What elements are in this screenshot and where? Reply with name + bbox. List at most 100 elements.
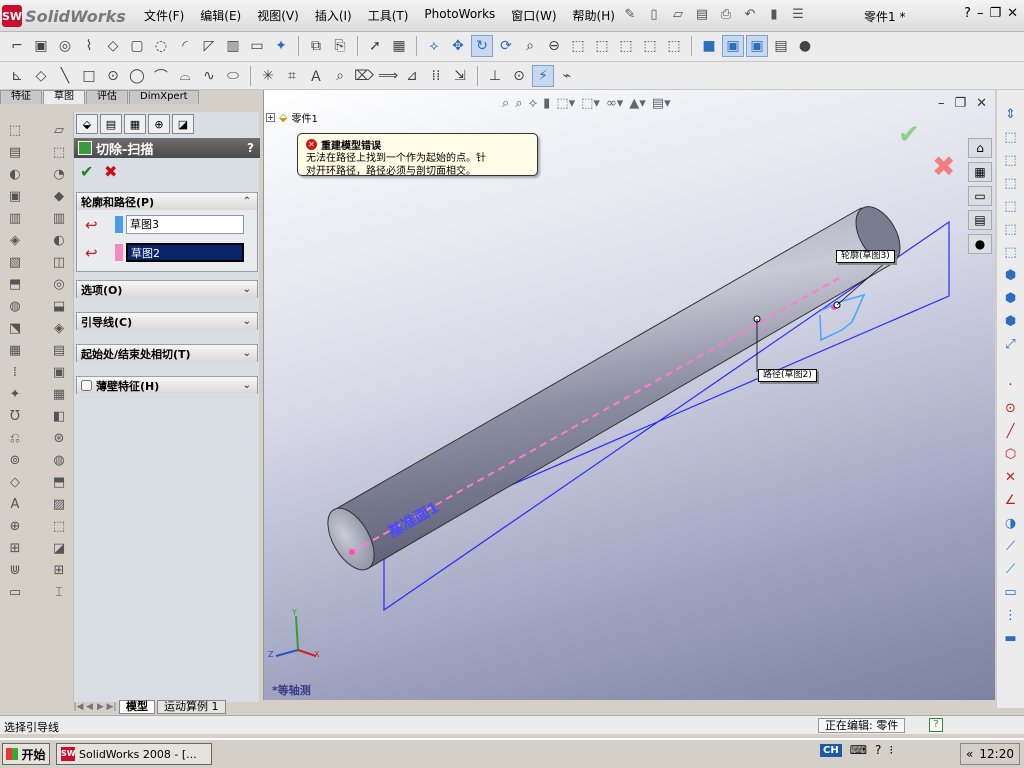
strip-icon[interactable]: ▱ bbox=[48, 120, 70, 140]
view-cube-top-icon[interactable]: ⬚ bbox=[591, 35, 613, 57]
view-iso-icon[interactable]: ⬢ bbox=[1000, 265, 1022, 286]
strip-icon[interactable]: ⬒ bbox=[48, 472, 70, 492]
menu-help[interactable]: 帮助(H) bbox=[565, 7, 623, 24]
strip-icon[interactable]: ◧ bbox=[48, 406, 70, 426]
tangent-arc-icon[interactable]: ⌓ bbox=[174, 65, 196, 87]
design-library-icon[interactable]: ▦ bbox=[968, 162, 992, 182]
rotate-view-icon[interactable]: ↻ bbox=[471, 35, 493, 57]
strip-icon[interactable]: ✦ bbox=[4, 384, 26, 404]
profile-field[interactable]: 草图3 bbox=[126, 215, 244, 234]
strip-icon[interactable]: ◎ bbox=[48, 274, 70, 294]
strip-icon[interactable]: ▣ bbox=[4, 186, 26, 206]
trim-icon[interactable]: ⌕ bbox=[329, 65, 351, 87]
view-palette-icon[interactable]: ▤ bbox=[968, 210, 992, 230]
next-tab-icon[interactable]: ▶ bbox=[95, 702, 106, 712]
pin-icon[interactable]: ✎ bbox=[620, 5, 640, 25]
extrude-boss-icon[interactable]: ▣ bbox=[30, 35, 52, 57]
group-guide-curves[interactable]: 引导线(C) ⌄ bbox=[76, 312, 258, 330]
strip-icon[interactable]: ◐ bbox=[4, 164, 26, 184]
quick-snaps-icon[interactable]: ⚡ bbox=[532, 65, 554, 87]
strip-icon[interactable]: ⬔ bbox=[4, 318, 26, 338]
view-trimetric-icon[interactable]: ⬢ bbox=[1000, 311, 1022, 332]
strip-icon[interactable]: ▤ bbox=[48, 340, 70, 360]
tab-evaluate[interactable]: 评估 bbox=[86, 90, 128, 104]
rib-icon[interactable]: ▥ bbox=[222, 35, 244, 57]
line-icon[interactable]: ╲ bbox=[54, 65, 76, 87]
menu-edit[interactable]: 编辑(E) bbox=[192, 7, 249, 24]
group-header[interactable]: 选项(O) ⌄ bbox=[77, 281, 257, 298]
strip-icon[interactable]: ◍ bbox=[48, 450, 70, 470]
strip-icon[interactable]: ◇ bbox=[4, 472, 26, 492]
angle-icon[interactable]: ∠ bbox=[1000, 490, 1022, 511]
section-view-icon[interactable]: ⬚ bbox=[663, 35, 685, 57]
home-icon[interactable]: ⌂ bbox=[968, 138, 992, 158]
feature-manager-icon[interactable]: ⬙ bbox=[76, 114, 98, 134]
file-explorer-icon[interactable]: ▭ bbox=[968, 186, 992, 206]
strip-icon[interactable]: ⎌ bbox=[4, 428, 26, 448]
pm-help-icon[interactable]: ? bbox=[247, 141, 254, 155]
start-button[interactable]: 开始 bbox=[2, 743, 50, 765]
strip-icon[interactable]: ◔ bbox=[48, 164, 70, 184]
realview-icon[interactable]: ▤ bbox=[770, 35, 792, 57]
strip-icon[interactable]: ⬚ bbox=[48, 516, 70, 536]
zoom-fit-icon[interactable]: ⌕ bbox=[519, 35, 541, 57]
shell-icon[interactable]: ▭ bbox=[246, 35, 268, 57]
strip-icon[interactable]: ▥ bbox=[48, 208, 70, 228]
appearances-icon[interactable]: ● bbox=[968, 234, 992, 254]
strip-icon[interactable]: ⁞ bbox=[4, 362, 26, 382]
strip-icon[interactable]: ⬚ bbox=[48, 142, 70, 162]
centerline-icon[interactable]: ⌗ bbox=[281, 65, 303, 87]
tab-model[interactable]: 模型 bbox=[119, 700, 155, 714]
confirm-ok-icon[interactable]: ✔ bbox=[898, 120, 920, 150]
strip-icon[interactable]: ▥ bbox=[4, 208, 26, 228]
property-manager-icon[interactable]: ▤ bbox=[100, 114, 122, 134]
strip-icon[interactable]: ⋓ bbox=[4, 560, 26, 580]
hidden-lines-icon[interactable]: ▣ bbox=[746, 35, 768, 57]
options-icon[interactable]: ☰ bbox=[788, 5, 808, 25]
view-dimetric-icon[interactable]: ⬢ bbox=[1000, 288, 1022, 309]
circle-tool-icon[interactable]: ⊙ bbox=[1000, 398, 1022, 419]
strip-icon[interactable]: ⊞ bbox=[48, 560, 70, 580]
menu-photoworks[interactable]: PhotoWorks bbox=[416, 7, 503, 24]
strip-icon[interactable]: ◈ bbox=[48, 318, 70, 338]
undo-icon[interactable]: ↶ bbox=[740, 5, 760, 25]
cut-extrude-icon[interactable]: ▢ bbox=[126, 35, 148, 57]
appearance-icon[interactable]: ● bbox=[794, 35, 816, 57]
dimxpert-manager-icon[interactable]: ⊕ bbox=[148, 114, 170, 134]
group-header[interactable]: 轮廓和路径(P) ⌃ bbox=[77, 193, 257, 210]
view-right-icon[interactable]: ⬚ bbox=[1000, 196, 1022, 217]
copy-icon[interactable]: ⧉ bbox=[305, 35, 327, 57]
strip-icon[interactable]: ⬚ bbox=[4, 120, 26, 140]
group-start-end-tangency[interactable]: 起始处/结束处相切(T) ⌄ bbox=[76, 344, 258, 362]
path-field[interactable]: 草图2 bbox=[126, 243, 244, 262]
circle2-icon[interactable]: ◯ bbox=[126, 65, 148, 87]
rapid-sketch-icon[interactable]: ⌁ bbox=[556, 65, 578, 87]
strip-icon[interactable]: ⬓ bbox=[48, 296, 70, 316]
menu-insert[interactable]: 插入(I) bbox=[307, 7, 360, 24]
configuration-manager-icon[interactable]: ▦ bbox=[124, 114, 146, 134]
menu-tools[interactable]: 工具(T) bbox=[360, 7, 417, 24]
strip-icon[interactable]: ▭ bbox=[4, 582, 26, 602]
strip-icon[interactable]: ▦ bbox=[48, 384, 70, 404]
strip-icon[interactable]: ⊕ bbox=[4, 516, 26, 536]
arc-icon[interactable]: ⌒ bbox=[150, 65, 172, 87]
strip-icon[interactable]: ⊚ bbox=[4, 450, 26, 470]
keyboard-icon[interactable]: ⌨ bbox=[850, 743, 867, 757]
restore-icon[interactable]: ❐ bbox=[989, 6, 1001, 21]
text-icon[interactable]: Ａ bbox=[305, 65, 327, 87]
strip-icon[interactable]: ◪ bbox=[48, 538, 70, 558]
shaded-edges-icon[interactable]: ▣ bbox=[722, 35, 744, 57]
help-tray-icon[interactable]: ? bbox=[875, 743, 881, 757]
sketch-point-icon[interactable]: · bbox=[1000, 375, 1022, 396]
sweep-icon[interactable]: ⌇ bbox=[78, 35, 100, 57]
solidworks-logo[interactable]: SW SolidWorks bbox=[2, 4, 126, 28]
pan-icon[interactable]: ✥ bbox=[447, 35, 469, 57]
point-icon[interactable]: ✳ bbox=[257, 65, 279, 87]
group-header[interactable]: 引导线(C) ⌄ bbox=[77, 313, 257, 330]
strip-icon[interactable]: ⬒ bbox=[4, 274, 26, 294]
sketch-fillet-icon[interactable]: ◇ bbox=[30, 65, 52, 87]
reference-geometry-icon[interactable]: ✦ bbox=[270, 35, 292, 57]
tab-motion-study[interactable]: 运动算例 1 bbox=[157, 700, 226, 714]
thin-feature-checkbox[interactable] bbox=[81, 380, 92, 391]
close-icon[interactable]: ✕ bbox=[1007, 6, 1018, 21]
